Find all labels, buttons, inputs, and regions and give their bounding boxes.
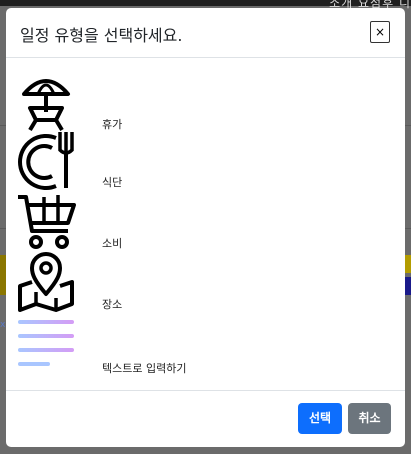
- background-highlight: [405, 277, 411, 295]
- background-highlight: [405, 255, 411, 273]
- modal-header: 일정 유형을 선택하세요. ×: [6, 8, 405, 58]
- select-button[interactable]: 선택: [298, 403, 342, 434]
- map-pin-icon: [18, 252, 74, 312]
- schedule-type-modal: 일정 유형을 선택하세요. × 휴가 식단 소비 장소 텍스트로 입력하기 선택…: [6, 8, 405, 447]
- modal-title: 일정 유형을 선택하세요.: [20, 26, 183, 45]
- option-vacation[interactable]: 휴가: [6, 72, 405, 132]
- option-diet[interactable]: 식단: [6, 130, 405, 190]
- option-label: 텍스트로 입력하기: [102, 362, 187, 375]
- option-label: 장소: [102, 298, 123, 311]
- plate-fork-icon: [18, 132, 74, 190]
- option-place[interactable]: 장소: [6, 252, 405, 312]
- option-label: 소비: [102, 237, 123, 250]
- beach-umbrella-icon: [22, 79, 70, 132]
- close-button[interactable]: ×: [370, 21, 390, 43]
- cancel-button[interactable]: 취소: [348, 403, 391, 434]
- text-lines-icon: [18, 320, 74, 366]
- option-spending[interactable]: 소비: [6, 191, 405, 251]
- option-label: 식단: [102, 176, 123, 189]
- modal-body: 휴가 식단 소비 장소 텍스트로 입력하기: [6, 58, 405, 390]
- option-text-input[interactable]: 텍스트로 입력하기: [6, 316, 405, 376]
- modal-footer: 선택 취소: [6, 390, 405, 447]
- shopping-cart-icon: [18, 195, 76, 249]
- background-mark: x: [0, 320, 6, 330]
